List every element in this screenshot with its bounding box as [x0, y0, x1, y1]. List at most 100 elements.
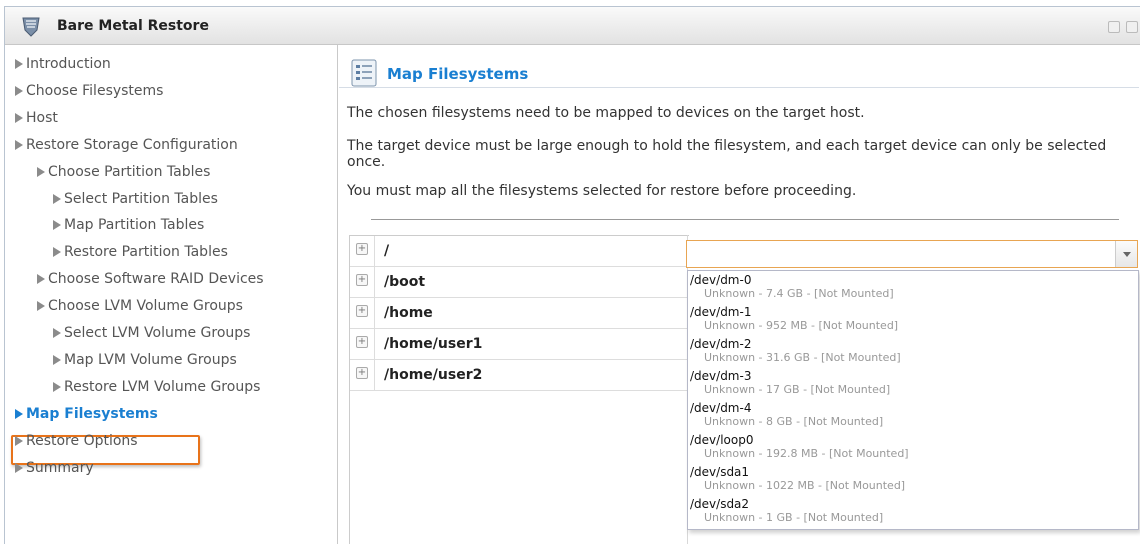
nav-item[interactable]: Host	[15, 107, 58, 129]
device-option[interactable]: /dev/loop0 Unknown - 192.8 MB - [Not Moun…	[690, 433, 1130, 461]
expand-icon[interactable]: +	[356, 305, 368, 317]
filesystem-row[interactable]: + /boot	[350, 267, 690, 298]
device-option[interactable]: /dev/dm-3 Unknown - 17 GB - [Not Mounted]	[690, 369, 1130, 397]
device-option[interactable]: /dev/sda1 Unknown - 1022 MB - [Not Mounte…	[690, 465, 1130, 493]
device-path: /dev/loop0	[690, 433, 754, 447]
filesystem-row[interactable]: + /home/user2	[350, 360, 690, 391]
nav-item[interactable]: Choose Filesystems	[15, 80, 163, 102]
nav-item-label: Introduction	[26, 56, 111, 72]
device-info: Unknown - 7.4 GB - [Not Mounted]	[704, 287, 894, 300]
device-option[interactable]: /dev/dm-1 Unknown - 952 MB - [Not Mounted…	[690, 306, 1130, 333]
nav-item[interactable]: Restore Options	[15, 430, 138, 452]
device-option[interactable]: /dev/dm-2 Unknown - 31.6 GB - [Not Mounte…	[690, 338, 1130, 365]
triangle-right-icon	[15, 85, 23, 96]
nav-item-label: Map Filesystems	[26, 405, 158, 422]
dropdown-trigger[interactable]	[1115, 241, 1137, 267]
expand-icon[interactable]: +	[356, 243, 368, 255]
nav-item-label: Restore Partition Tables	[64, 244, 228, 261]
nav-item[interactable]: Choose Partition Tables	[37, 161, 210, 183]
filesystem-path: /	[384, 243, 390, 259]
nav-item-label: Map LVM Volume Groups	[64, 351, 237, 368]
triangle-right-icon	[15, 462, 23, 473]
nav-item[interactable]: Map Partition Tables	[53, 214, 204, 236]
instruction-text: The target device must be large enough t…	[347, 138, 1107, 170]
expand-icon[interactable]: +	[356, 336, 368, 348]
filesystem-path: /home/user1	[384, 336, 483, 352]
triangle-right-icon	[53, 328, 61, 338]
device-path: /dev/dm-0	[690, 273, 752, 287]
triangle-right-icon	[53, 247, 61, 258]
instruction-text: You must map all the filesystems selecte…	[347, 183, 857, 199]
device-path: /dev/sda1	[690, 465, 750, 479]
device-option[interactable]: /dev/dm-0 Unknown - 7.4 GB - [Not Mounted…	[690, 273, 1130, 301]
nav-item[interactable]: Restore LVM Volume Groups	[53, 376, 260, 398]
header-divider	[339, 87, 1139, 88]
maximize-button[interactable]	[1108, 21, 1120, 33]
nav-item[interactable]: Restore Storage Configuration	[15, 134, 238, 156]
divider	[371, 219, 1119, 220]
triangle-right-icon	[15, 139, 23, 150]
filesystem-path: /boot	[384, 274, 426, 290]
filesystem-row[interactable]: + /home	[350, 298, 690, 329]
nav-item-label: Choose Filesystems	[26, 82, 164, 99]
expand-icon[interactable]: +	[356, 274, 368, 286]
device-option[interactable]: /dev/sda2 Unknown - 1 GB - [Not Mounted]	[690, 497, 1130, 525]
shield-icon	[22, 17, 40, 37]
device-path: /dev/sda2	[690, 497, 750, 511]
panel-title: Map Filesystems	[387, 65, 529, 83]
device-info: Unknown - 1022 MB - [Not Mounted]	[704, 479, 906, 492]
filesystem-path: /home	[384, 305, 433, 321]
nav-item-label: Choose LVM Volume Groups	[48, 298, 243, 315]
wizard-nav: Introduction Choose Filesystems Host Restor…	[5, 45, 338, 544]
nav-item-label: Choose Partition Tables	[48, 163, 211, 180]
device-dropdown-list: /dev/dm-0 Unknown - 7.4 GB - [Not Mounted…	[687, 270, 1139, 530]
device-info: Unknown - 1 GB - [Not Mounted]	[704, 511, 884, 524]
triangle-right-icon	[15, 408, 23, 419]
device-option[interactable]: /dev/dm-4 Unknown - 8 GB - [Not Mounted]	[690, 401, 1130, 429]
nav-item[interactable]: Map Filesystems	[15, 403, 158, 425]
cell-divider	[374, 329, 375, 360]
device-path: /dev/dm-4	[690, 401, 752, 415]
nav-item[interactable]: Select Partition Tables	[53, 188, 218, 210]
nav-item[interactable]: Restore Partition Tables	[53, 241, 228, 263]
device-info: Unknown - 8 GB - [Not Mounted]	[704, 415, 884, 428]
filesystem-mapping-grid: + / +/boot +/home +/home/user1 +/home/user2	[349, 235, 690, 544]
triangle-right-icon	[37, 301, 45, 312]
nav-item[interactable]: Choose Software RAID Devices	[37, 268, 264, 290]
nav-item-label: Choose Software RAID Devices	[48, 271, 264, 288]
nav-item[interactable]: Introduction	[15, 53, 111, 75]
triangle-right-icon	[37, 274, 45, 285]
triangle-right-icon	[53, 354, 61, 365]
device-path: /dev/dm-3	[690, 369, 752, 383]
instruction-text: The chosen filesystems need to be mapped…	[347, 105, 865, 121]
nav-item[interactable]: Select LVM Volume Groups	[53, 322, 250, 344]
filesystem-row[interactable]: + /home/user1	[350, 329, 690, 360]
nav-item[interactable]: Summary	[15, 457, 94, 479]
nav-item[interactable]: Choose LVM Volume Groups	[37, 295, 243, 317]
nav-item-label: Restore LVM Volume Groups	[64, 378, 261, 395]
nav-item-label: Map Partition Tables	[64, 217, 205, 234]
triangle-right-icon	[15, 59, 23, 69]
device-info: Unknown - 192.8 MB - [Not Mounted]	[704, 447, 909, 460]
device-info: Unknown - 31.6 GB - [Not Mounted]	[704, 351, 901, 364]
close-button[interactable]	[1126, 21, 1138, 33]
target-device-select[interactable]	[686, 240, 1138, 268]
filesystem-path: /home/user2	[384, 367, 483, 383]
nav-item-label: Host	[26, 109, 58, 126]
triangle-right-icon	[15, 435, 23, 446]
device-info: Unknown - 952 MB - [Not Mounted]	[704, 319, 899, 332]
bare-metal-restore-window: Bare Metal Restore Introduction Choose Fi…	[4, 6, 1140, 544]
expand-icon[interactable]: +	[356, 367, 368, 379]
nav-item-label: Restore Storage Configuration	[26, 136, 238, 153]
cell-divider	[374, 267, 375, 298]
nav-item[interactable]: Map LVM Volume Groups	[53, 349, 237, 371]
window-title: Bare Metal Restore	[57, 18, 209, 34]
window-titlebar[interactable]: Bare Metal Restore	[5, 7, 1140, 45]
nav-item-label: Select Partition Tables	[64, 190, 218, 207]
cell-divider	[374, 360, 375, 391]
triangle-right-icon	[53, 193, 61, 204]
cell-divider	[374, 236, 375, 267]
nav-item-label: Restore Options	[26, 432, 138, 449]
device-info: Unknown - 17 GB - [Not Mounted]	[704, 383, 891, 396]
filesystem-row[interactable]: + /	[350, 236, 690, 267]
